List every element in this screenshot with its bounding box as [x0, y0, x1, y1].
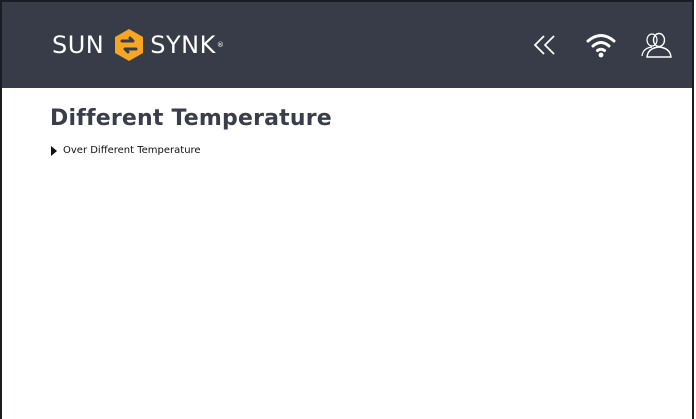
app-window: SUN SYNK ® Different Temperature Over Di… — [0, 0, 694, 419]
sunsynk-logo: SUN SYNK ® — [52, 27, 224, 63]
tree-item-label: Over Different Temperature — [63, 145, 201, 156]
main-content: Different Temperature Over Different Tem… — [50, 106, 672, 156]
tree-item-over-different-temperature[interactable]: Over Different Temperature — [51, 145, 672, 156]
logo-text-right: SYNK — [150, 31, 216, 59]
page-title: Different Temperature — [50, 106, 332, 131]
users-icon[interactable] — [640, 28, 674, 62]
back-double-chevron-icon[interactable] — [528, 28, 562, 62]
caret-right-icon — [51, 145, 57, 156]
top-header-bar: SUN SYNK ® — [2, 2, 692, 88]
registered-mark: ® — [216, 41, 225, 49]
header-icons — [528, 26, 674, 64]
wifi-icon[interactable] — [584, 28, 618, 62]
logo-text-left: SUN — [52, 31, 105, 59]
logo-mark-icon — [112, 28, 146, 62]
